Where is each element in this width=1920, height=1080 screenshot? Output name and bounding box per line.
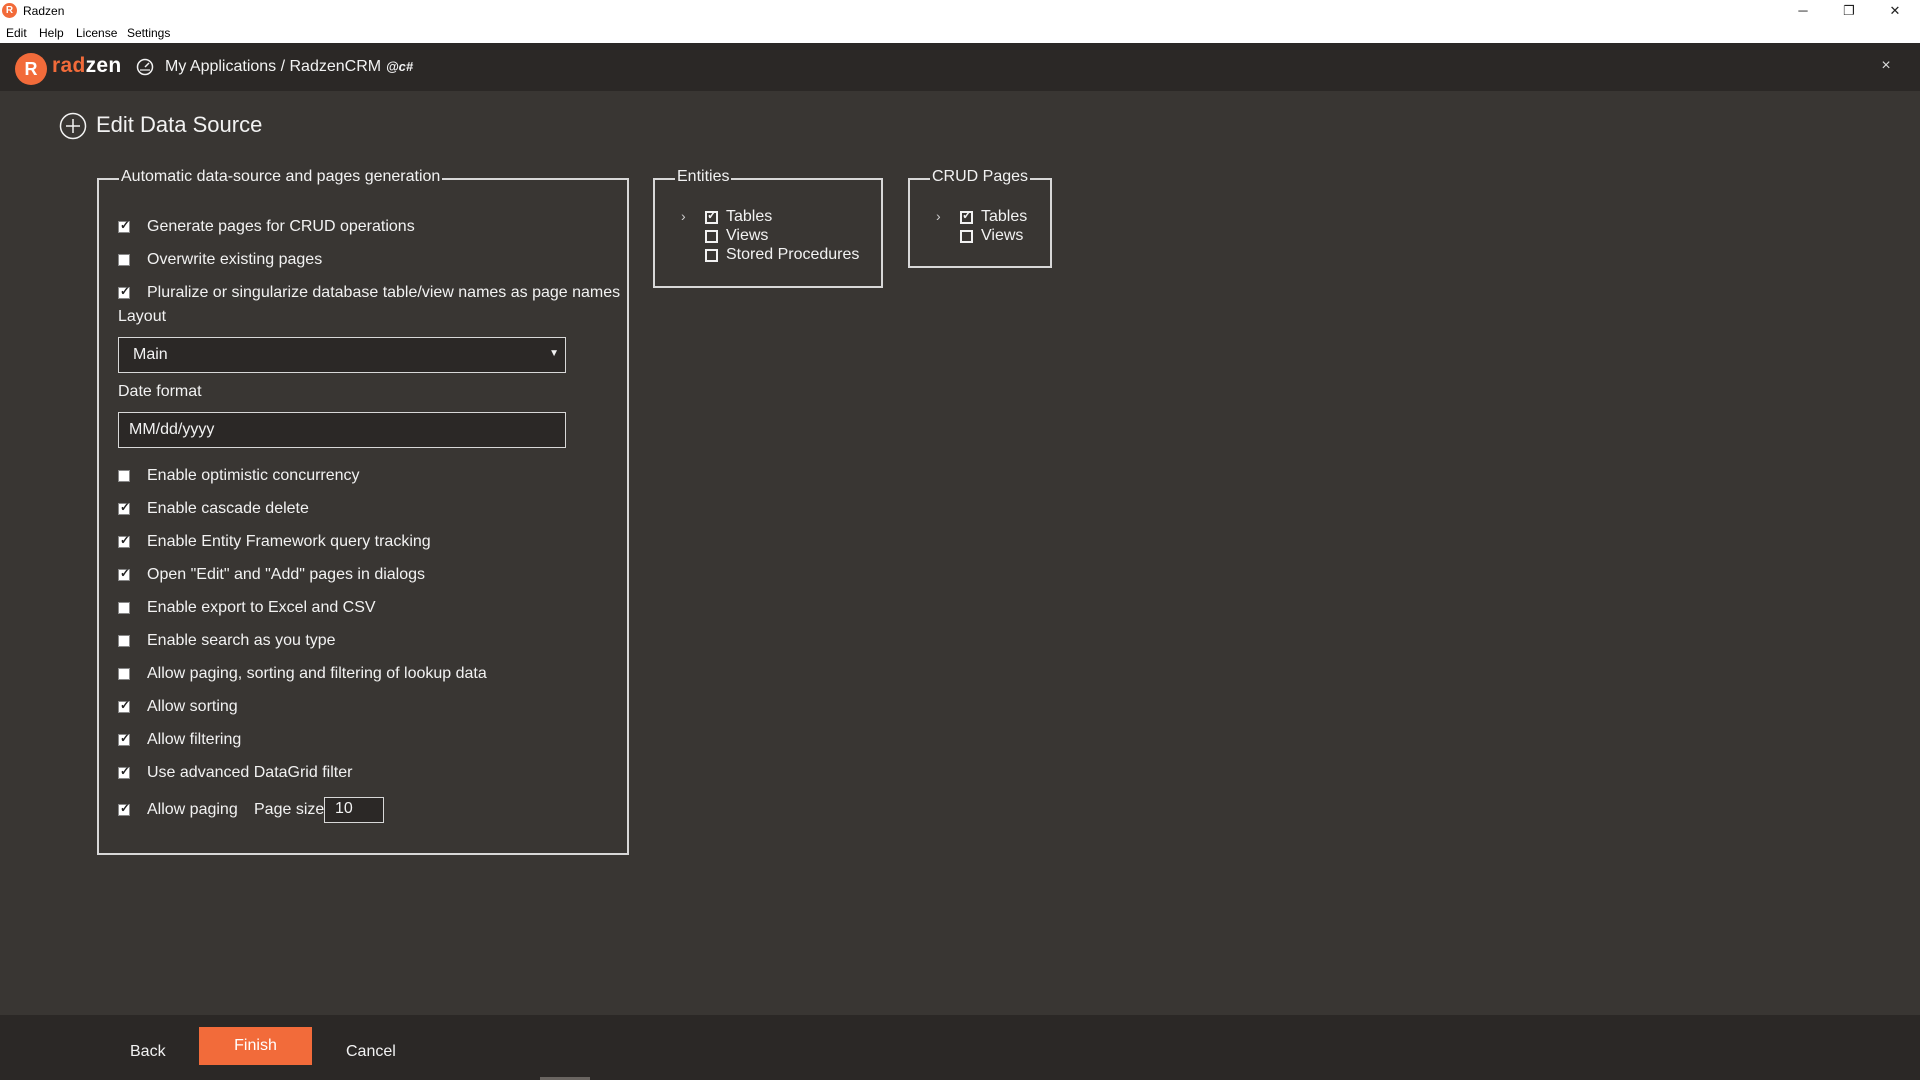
- option-label: Generate pages for CRUD operations: [147, 218, 415, 235]
- page-title: Edit Data Source: [96, 112, 263, 137]
- finish-button[interactable]: Finish: [199, 1027, 312, 1065]
- menubar: Edit Help License Settings: [0, 22, 1920, 43]
- radzen-logo-text: radzen: [52, 54, 122, 78]
- breadcrumb[interactable]: My Applications / RadzenCRM: [165, 58, 381, 76]
- cancel-button[interactable]: Cancel: [346, 1043, 396, 1061]
- menu-help[interactable]: Help: [39, 26, 64, 40]
- option-label: Use advanced DataGrid filter: [147, 764, 353, 781]
- entity-label: Tables: [726, 208, 773, 225]
- checkbox[interactable]: [118, 218, 130, 233]
- window-close-button[interactable]: ✕: [1872, 0, 1918, 22]
- checkbox[interactable]: [118, 764, 130, 779]
- menu-settings[interactable]: Settings: [127, 26, 170, 40]
- chevron-right-icon[interactable]: ›: [936, 208, 941, 224]
- option-label: Allow sorting: [147, 698, 238, 715]
- chevron-right-icon[interactable]: ›: [681, 208, 686, 224]
- language-badge: @c#: [386, 59, 414, 74]
- option-label: Enable search as you type: [147, 632, 336, 649]
- option-label: Open "Edit" and "Add" pages in dialogs: [147, 566, 426, 583]
- checkbox[interactable]: [118, 254, 130, 266]
- page-size-input[interactable]: 10: [324, 797, 384, 823]
- logo-text-rad: rad: [52, 54, 86, 77]
- layout-label: Layout: [118, 308, 167, 325]
- entity-label: Stored Procedures: [726, 246, 860, 263]
- checkbox[interactable]: [705, 230, 718, 243]
- minimize-button[interactable]: ─: [1780, 0, 1826, 22]
- app-header: R radzen My Applications / RadzenCRM @c#…: [0, 43, 1920, 91]
- layout-select[interactable]: Main ▼: [118, 337, 566, 373]
- checkbox[interactable]: [118, 566, 130, 581]
- chevron-down-icon: ▼: [549, 348, 559, 359]
- checkbox[interactable]: [118, 635, 130, 647]
- checkbox[interactable]: [118, 731, 130, 746]
- os-titlebar: R Radzen ─ ❐ ✕: [0, 0, 1920, 22]
- page-size-label: Page size: [254, 801, 325, 818]
- checkbox[interactable]: [118, 602, 130, 614]
- checkbox[interactable]: [118, 533, 130, 548]
- checkbox[interactable]: [118, 284, 130, 299]
- checkbox[interactable]: [960, 208, 973, 224]
- date-format-label: Date format: [118, 383, 202, 400]
- entities-fieldset: Entities › Tables Views Stored Procedure…: [653, 168, 883, 288]
- crud-pages-fieldset: CRUD Pages › Tables Views: [908, 168, 1052, 268]
- option-label: Overwrite existing pages: [147, 251, 323, 268]
- footer-bar: Back Finish Cancel: [0, 1015, 1920, 1080]
- option-label: Enable cascade delete: [147, 500, 309, 517]
- checkbox[interactable]: [118, 698, 130, 713]
- close-icon[interactable]: ×: [1878, 57, 1894, 75]
- radzen-app-icon: R: [2, 3, 17, 18]
- checkbox[interactable]: [705, 208, 718, 224]
- checkbox[interactable]: [118, 500, 130, 515]
- layout-select-value: Main: [133, 346, 168, 363]
- option-label: Pluralize or singularize database table/…: [147, 284, 621, 301]
- checkbox[interactable]: [118, 470, 130, 482]
- logo-text-zen: zen: [85, 54, 122, 77]
- option-label: Enable export to Excel and CSV: [147, 599, 376, 616]
- crud-label: Tables: [981, 208, 1028, 225]
- menu-edit[interactable]: Edit: [6, 26, 27, 40]
- window-title: Radzen: [23, 4, 65, 18]
- crud-pages-legend: CRUD Pages: [930, 168, 1031, 186]
- entity-label: Views: [726, 227, 769, 244]
- dashboard-icon[interactable]: [136, 58, 154, 76]
- restore-button[interactable]: ❐: [1826, 0, 1872, 22]
- option-label: Allow paging: [147, 801, 238, 818]
- checkbox[interactable]: [960, 230, 973, 243]
- option-label: Allow filtering: [147, 731, 242, 748]
- menu-license[interactable]: License: [76, 26, 117, 40]
- date-format-input[interactable]: MM/dd/yyyy: [118, 412, 566, 448]
- radzen-logo-icon: R: [15, 53, 47, 85]
- option-label: Allow paging, sorting and filtering of l…: [147, 665, 487, 682]
- checkbox[interactable]: [705, 249, 718, 262]
- auto-generation-legend: Automatic data-source and pages generati…: [119, 168, 443, 186]
- checkbox[interactable]: [118, 801, 130, 816]
- back-button[interactable]: Back: [130, 1043, 166, 1061]
- entities-legend: Entities: [675, 168, 732, 186]
- auto-generation-fieldset: Automatic data-source and pages generati…: [97, 168, 629, 855]
- crud-label: Views: [981, 227, 1024, 244]
- option-label: Enable optimistic concurrency: [147, 467, 360, 484]
- checkbox[interactable]: [118, 668, 130, 680]
- option-label: Enable Entity Framework query tracking: [147, 533, 431, 550]
- add-circle-icon: [59, 112, 87, 140]
